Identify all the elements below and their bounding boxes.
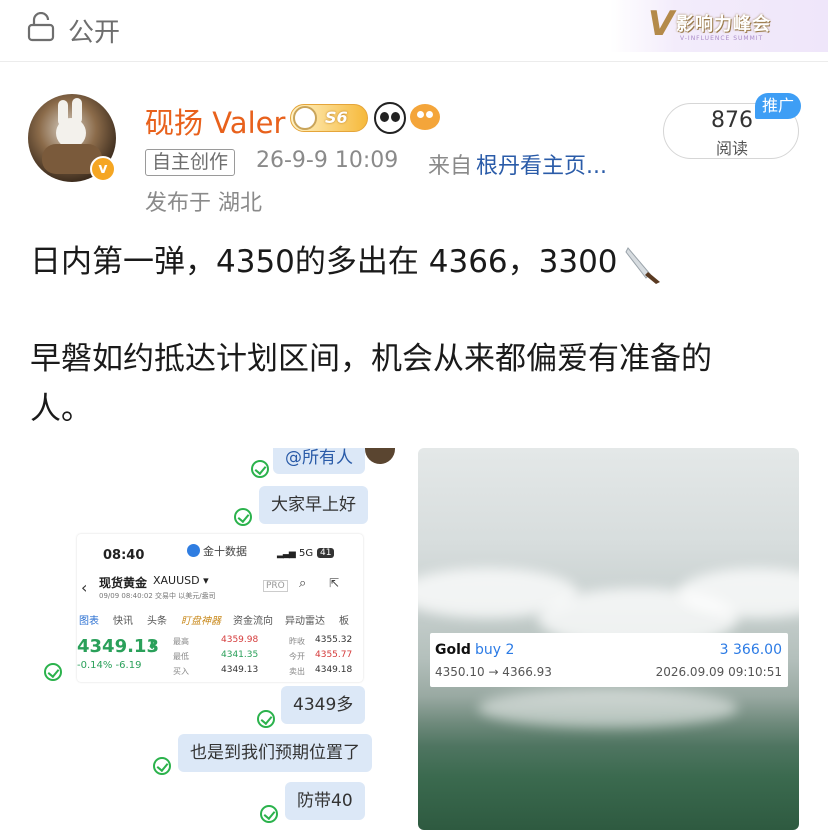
top-bar: 公开 V 影响力峰会 V-INFLUENCE SUMMIT	[0, 0, 828, 62]
trade-result-image[interactable]: Gold buy 2 3 366.00 4350.10 → 4366.93 20…	[418, 448, 799, 830]
read-label: 阅读	[715, 139, 748, 158]
original-tag: 自主创作	[145, 149, 236, 176]
stat-value: 4355.32	[315, 635, 353, 645]
tab-watch: 盯盘神器	[181, 616, 221, 627]
chat-screenshot-image[interactable]: @所有人 大家早上好 08:40 金十数据 ▂▃▅ 5G 41 ‹ 现货黄金 X…	[33, 448, 411, 830]
stat-label: 卖出	[289, 667, 305, 676]
phone-app-name: 金十数据	[203, 545, 247, 558]
share-icon: ⇱	[329, 576, 340, 590]
trade-datetime: 2026.09.09 09:10:51	[655, 665, 782, 679]
stat-label: 最低	[173, 652, 189, 661]
jin10-logo-icon	[187, 544, 200, 557]
phone-time: 08:40	[103, 548, 145, 563]
check-icon	[251, 460, 269, 478]
quote-symbol: XAUUSD ▾	[153, 574, 209, 587]
check-icon	[153, 757, 171, 775]
tab-radar: 异动雷达	[285, 616, 325, 627]
quote-change: -0.14% -6.19	[77, 660, 142, 671]
pro-badge: PRO	[263, 580, 288, 592]
stat-value: 4349.18	[315, 665, 353, 675]
stat-value: 4355.77	[315, 650, 353, 660]
stat-label: 买入	[173, 667, 189, 676]
search-icon: ⌕	[299, 576, 307, 591]
stat-label: 最高	[173, 637, 189, 646]
stat-value: 4359.98	[221, 635, 259, 645]
tab-headline: 头条	[147, 616, 167, 627]
trade-card: Gold buy 2 3 366.00 4350.10 → 4366.93 20…	[430, 633, 788, 687]
astronaut-icon	[293, 106, 317, 130]
quote-subline: 09/09 08:40:02 交易中 以美元/盎司	[99, 592, 216, 600]
knife-icon	[624, 246, 660, 284]
check-icon	[44, 663, 62, 681]
post-line-3: 人。	[30, 391, 92, 427]
brand-sub: V-INFLUENCE SUMMIT	[680, 35, 764, 42]
panda-icon[interactable]	[374, 102, 406, 134]
post-text-line-1: 日内第一弹，4350的多出在 4366，3300	[30, 236, 664, 284]
chat-bubble-greeting: 大家早上好	[259, 486, 368, 524]
pufferfish-icon[interactable]	[410, 104, 440, 130]
tab-chart: 图表	[79, 616, 99, 627]
chat-avatar	[365, 448, 395, 464]
check-icon	[257, 710, 275, 728]
post-line-1: 日内第一弹，4350的多出在 4366，3300	[30, 244, 618, 280]
source-prefix: 来自	[428, 154, 473, 179]
trade-profit: 3 366.00	[719, 642, 782, 658]
quote-title: 现货黄金	[99, 576, 148, 590]
influence-summit-logo[interactable]: V 影响力峰会 V-INFLUENCE SUMMIT	[610, 0, 828, 52]
trade-symbol: Gold	[435, 642, 471, 658]
brand-mark: V	[648, 4, 675, 44]
privacy-label[interactable]: 公开	[68, 12, 120, 49]
source-link[interactable]: 根丹看主页...	[476, 148, 607, 180]
post-time: 26-9-9 10:09	[256, 148, 399, 173]
quote-screenshot: 08:40 金十数据 ▂▃▅ 5G 41 ‹ 现货黄金 XAUUSD ▾ 09/…	[77, 534, 363, 682]
check-icon	[234, 508, 252, 526]
chat-bubble-mention: @所有人	[273, 448, 365, 474]
price-down-arrow-icon: ⬇	[147, 638, 158, 652]
check-icon	[260, 805, 278, 823]
username[interactable]: 砚扬 Valer	[145, 100, 285, 142]
chat-bubble-price: 4349多	[281, 686, 366, 724]
battery-level: 41	[317, 548, 335, 558]
stat-value: 4349.13	[221, 665, 259, 675]
verified-badge-icon: v	[90, 156, 116, 182]
stat-label: 昨收	[289, 637, 305, 646]
phone-network: 5G	[299, 548, 314, 559]
chat-bubble-reached: 也是到我们预期位置了	[178, 734, 372, 772]
stat-value: 4341.35	[221, 650, 259, 660]
signal-icon: ▂▃▅	[277, 549, 296, 559]
tab-flash: 快讯	[113, 616, 133, 627]
promo-badge[interactable]: 推广	[755, 93, 802, 119]
trade-prices: 4350.10 → 4366.93	[435, 665, 552, 679]
level-number: S6	[325, 108, 348, 127]
brand-name: 影响力峰会	[676, 14, 771, 35]
trade-action: buy 2	[475, 642, 515, 658]
chat-bubble-stop: 防带40	[285, 782, 365, 820]
post-line-2: 早磐如约抵达计划区间，机会从来都偏爱有准备的	[30, 341, 712, 377]
unlock-icon[interactable]	[26, 12, 56, 42]
level-badge[interactable]: S6	[290, 104, 368, 132]
tab-flow: 资金流向	[233, 616, 273, 627]
tab-more: 板	[339, 616, 349, 627]
back-icon: ‹	[81, 578, 88, 597]
location-text: 发布于 湖北	[145, 191, 262, 216]
stat-label: 今开	[289, 652, 305, 661]
